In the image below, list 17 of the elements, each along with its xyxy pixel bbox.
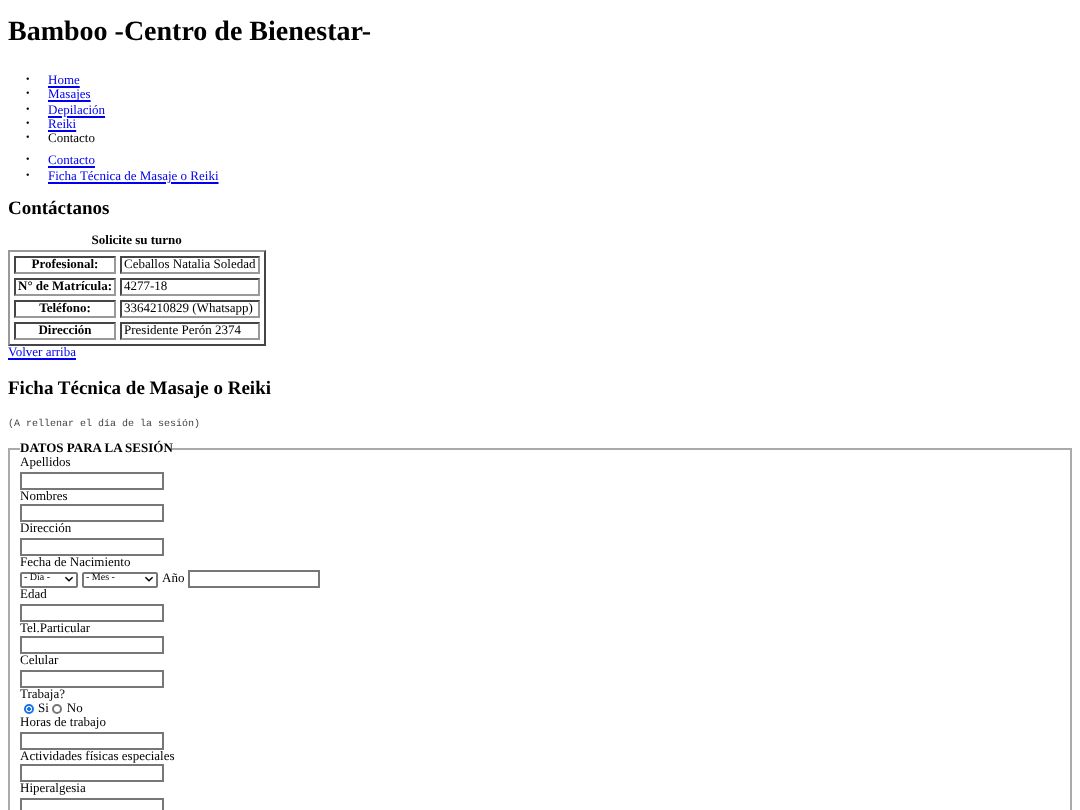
input-field[interactable] bbox=[20, 636, 164, 655]
input-field[interactable] bbox=[20, 603, 164, 622]
chevron-down-icon bbox=[64, 576, 74, 583]
year-input-field[interactable] bbox=[188, 570, 321, 589]
chevron-down-icon bbox=[144, 576, 154, 583]
input-field[interactable] bbox=[20, 797, 164, 810]
input-field[interactable] bbox=[20, 504, 164, 523]
input-field[interactable] bbox=[20, 669, 164, 688]
section-heading: Ficha Técnica de Masaje o Reiki bbox=[8, 380, 273, 403]
input-field[interactable] bbox=[20, 537, 164, 556]
radio-button[interactable] bbox=[24, 704, 34, 715]
input-field[interactable] bbox=[20, 764, 164, 783]
section-heading: Contáctanos bbox=[8, 200, 112, 223]
radio-button[interactable] bbox=[52, 704, 63, 715]
page-title: Bamboo -Centro de Bienestar- bbox=[8, 18, 374, 50]
input-field[interactable] bbox=[20, 731, 164, 750]
input-field[interactable] bbox=[20, 471, 164, 490]
